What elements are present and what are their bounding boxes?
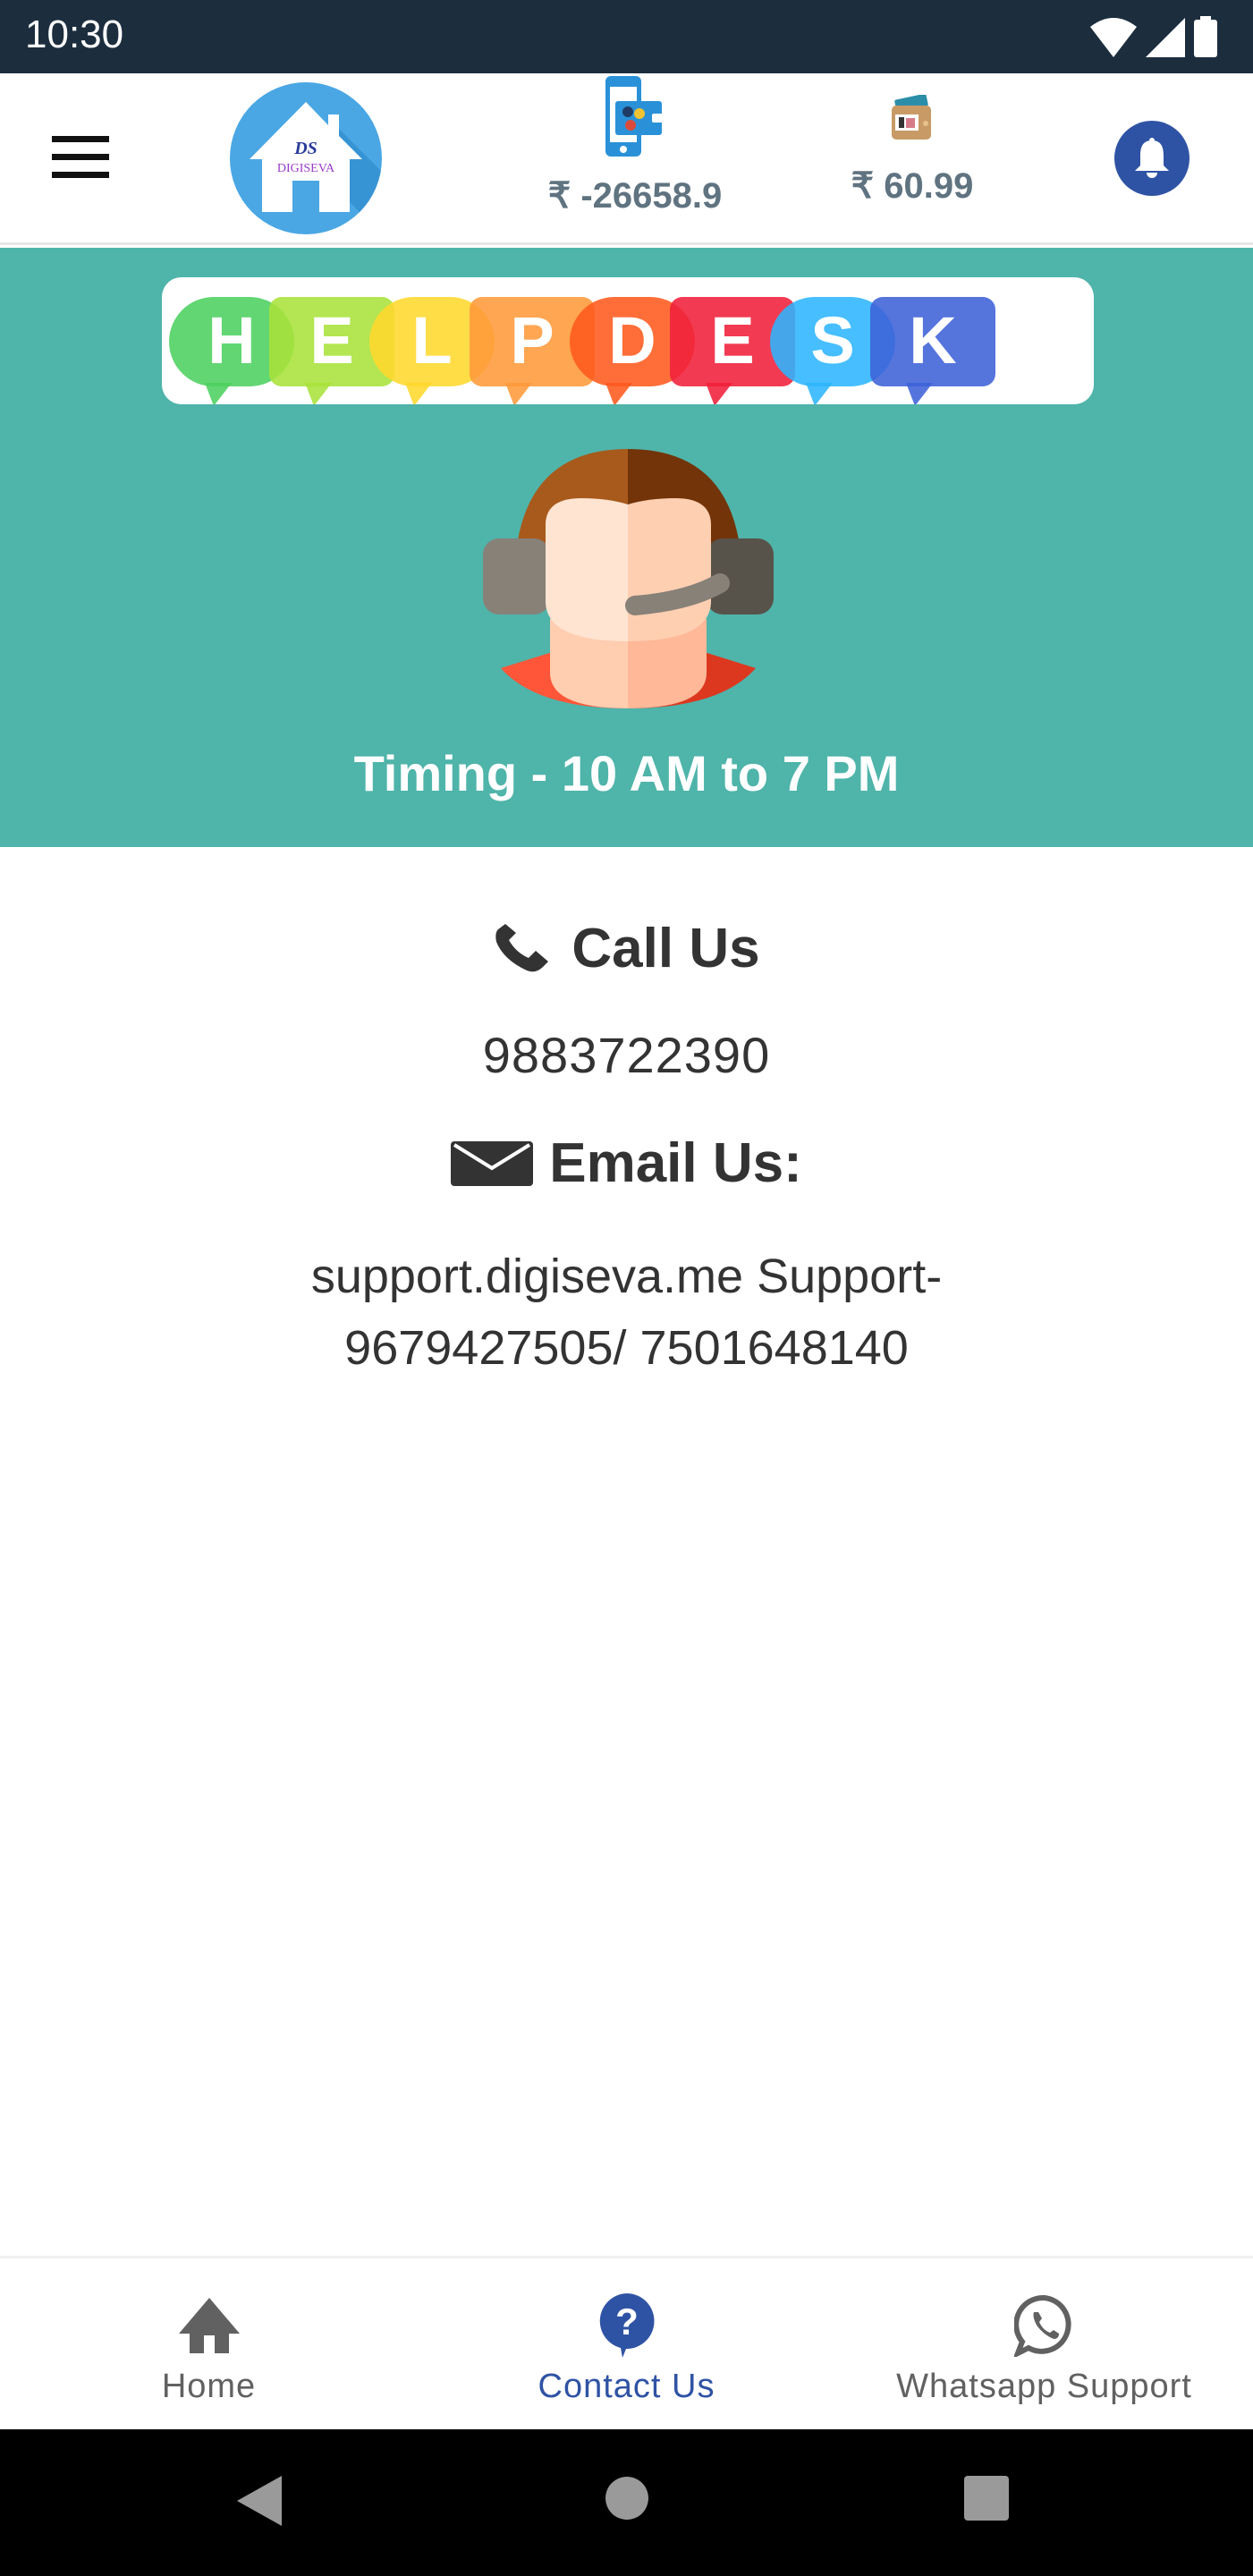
nav-home-label: Home [161, 2368, 257, 2405]
whatsapp-icon [1013, 2294, 1071, 2357]
helpdesk-bubble: K [870, 297, 995, 404]
secondary-wallet[interactable]: ₹ 60.99 [832, 73, 993, 207]
system-navigation-bar [0, 2429, 1253, 2576]
helpdesk-banner: HELPDESK Timing - 10 AM to 7 PM [0, 248, 1253, 847]
helpdesk-letter: H [207, 303, 255, 377]
wallet-icon [892, 93, 931, 140]
support-agent-illustration [483, 449, 774, 708]
home-icon [178, 2298, 240, 2353]
main-wallet-amount: ₹ -26658.9 [547, 176, 723, 216]
home-button[interactable] [605, 2476, 649, 2521]
helpdesk-letter: D [608, 303, 656, 377]
email-us-heading: Email Us: [0, 1131, 1253, 1195]
secondary-wallet-amount: ₹ 60.99 [851, 166, 974, 206]
bottom-navigation: Home ? Contact Us Whatsapp Support [0, 2256, 1253, 2429]
svg-text:?: ? [615, 2301, 639, 2343]
helpdesk-letter: L [411, 303, 452, 377]
back-button[interactable] [237, 2476, 282, 2526]
email-line-1: support.digiseva.me Support- [310, 1250, 943, 1303]
status-icons [1090, 16, 1217, 57]
helpdesk-letter: E [309, 303, 353, 377]
nav-contact-us[interactable]: ? Contact Us [418, 2258, 835, 2429]
logo-brand: DIGISEVA [277, 162, 335, 175]
wifi-icon [1090, 18, 1137, 57]
helpdesk-letter: S [810, 303, 854, 377]
envelope-icon [451, 1140, 534, 1186]
status-time: 10:30 [25, 13, 124, 56]
call-us-label: Call Us [571, 918, 760, 979]
notification-bell-button[interactable] [1114, 121, 1190, 196]
mobile-wallet-icon [605, 76, 665, 157]
email-line-2: 9679427505/ 7501648140 [344, 1321, 909, 1375]
nav-whatsapp-support[interactable]: Whatsapp Support [835, 2258, 1253, 2429]
helpdesk-letter: E [710, 303, 754, 377]
email-us-label: Email Us: [549, 1132, 802, 1194]
recents-button[interactable] [964, 2476, 1009, 2521]
helpdesk-letter: P [510, 303, 554, 377]
timing-text: Timing - 10 AM to 7 PM [353, 745, 900, 801]
hamburger-menu-icon[interactable] [52, 136, 114, 182]
status-bar: 10:30 [0, 0, 1253, 73]
nav-contact-us-label: Contact Us [538, 2368, 715, 2405]
email-details[interactable]: support.digiseva.me Support- 9679427505/… [134, 1241, 1119, 1384]
battery-icon [1194, 16, 1217, 57]
call-number[interactable]: 9883722390 [0, 1026, 1253, 1084]
bell-icon [1135, 138, 1169, 178]
helpdesk-logo: HELPDESK [162, 277, 1094, 404]
signal-icon [1146, 18, 1185, 57]
phone-icon [495, 923, 549, 971]
call-us-heading: Call Us [0, 917, 1253, 980]
app-bar: DS DIGISEVA ₹ -26658.9 ₹ 60.99 [0, 73, 1253, 245]
logo-mark: DS [293, 139, 317, 158]
nav-home[interactable]: Home [0, 2258, 418, 2429]
main-wallet[interactable]: ₹ -26658.9 [528, 73, 742, 216]
app-logo[interactable]: DS DIGISEVA [230, 82, 382, 234]
helpdesk-letter: K [909, 303, 956, 377]
screen: 10:30 DS DIGISEVA ₹ -26658.9 ₹ 60.99 H E… [0, 0, 1253, 2576]
help-question-icon: ? [599, 2293, 655, 2358]
nav-whatsapp-support-label: Whatsapp Support [896, 2368, 1192, 2405]
